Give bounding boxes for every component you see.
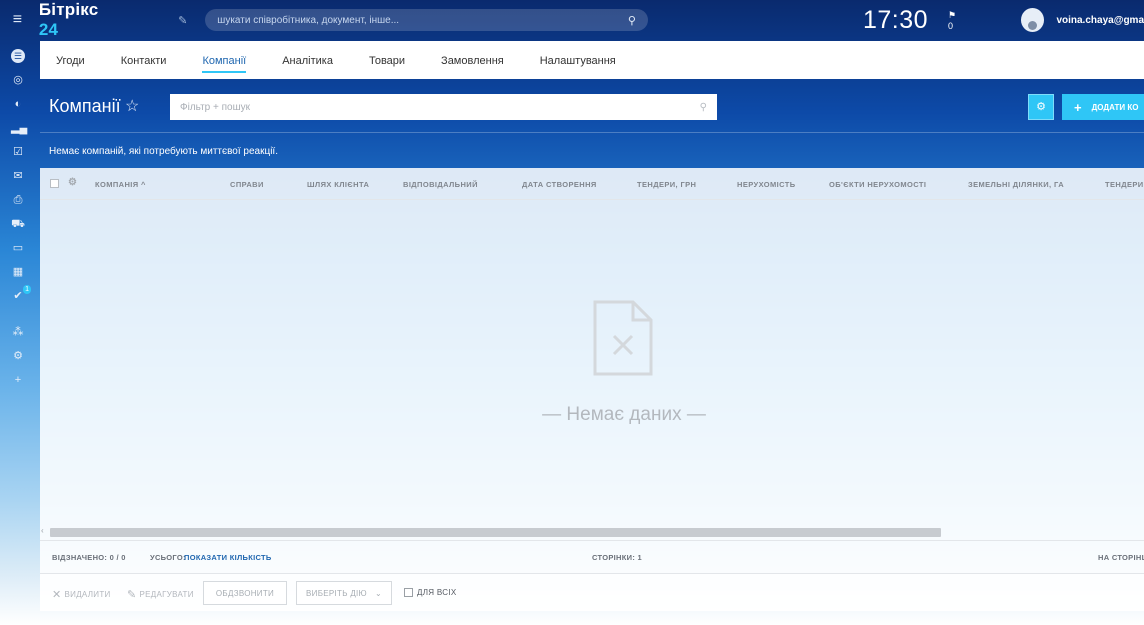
top-bar: ≡ Бітрікс 24 ✎ шукати співробітника, док… [0, 0, 1144, 40]
grid-footer: ВІДЗНАЧЕНО: 0 / 0 УСЬОГО: ПОКАЗАТИ КІЛЬК… [40, 540, 1144, 572]
cart-icon[interactable]: ⛟ [11, 217, 25, 231]
global-search-input[interactable]: шукати співробітника, документ, інше... … [205, 9, 648, 31]
check-square-icon[interactable]: ☑ [11, 145, 25, 159]
circle-icon[interactable]: ◐ [11, 97, 25, 111]
title-row: Компанії ☆ Фільтр + пошук ⚲ ⚙ + ДОДАТИ КО [40, 88, 1144, 128]
tab-products[interactable]: Товари [369, 41, 405, 79]
column-header[interactable]: ТЕНДЕРИ, [1105, 180, 1144, 189]
pages-label: СТОРІНКИ: 1 [592, 553, 642, 562]
tab-companies[interactable]: Компанії [202, 41, 246, 79]
column-header[interactable]: НЕРУХОМІСТЬ [737, 180, 796, 189]
empty-state-text: — Немає даних — [542, 404, 706, 425]
selected-count: ВІДЗНАЧЕНО: 0 / 0 [52, 553, 126, 562]
pencil-icon: ✎ [127, 589, 137, 601]
total-label: УСЬОГО: [150, 553, 186, 562]
filter-search-input[interactable]: Фільтр + пошук ⚲ [170, 94, 717, 120]
notice-text: Немає компаній, які потребують миттєвої … [49, 146, 278, 157]
gear-icon: ⚙ [1036, 101, 1046, 113]
flag-icon: ⚑ [948, 9, 957, 20]
search-placeholder: шукати співробітника, документ, інше... [217, 14, 400, 26]
logo-text: Бітрікс [38, 0, 99, 19]
tab-deals[interactable]: Угоди [56, 41, 85, 79]
scroll-left-icon[interactable]: ‹ [41, 526, 44, 535]
gear-icon[interactable]: ⚙ [11, 349, 25, 363]
crm-tabs: Угоди Контакти Компанії Аналітика Товари… [40, 41, 1144, 79]
column-header[interactable]: ЗЕМЕЛЬНІ ДІЛЯНКИ, ГА [968, 180, 1064, 189]
column-header[interactable]: ШЛЯХ КЛІЄНТА [307, 180, 369, 189]
badge: 1 [23, 285, 31, 294]
search-icon[interactable]: ⚲ [700, 102, 707, 113]
divider [40, 132, 1144, 133]
chevron-down-icon: ⌄ [374, 588, 382, 598]
tab-settings[interactable]: Налаштування [540, 41, 616, 79]
window-icon[interactable]: ▭ [11, 241, 25, 255]
tab-orders[interactable]: Замовлення [441, 41, 504, 79]
column-header[interactable]: ВІДПОВІДАЛЬНИЙ [403, 180, 478, 189]
mail-icon[interactable]: ✉ [11, 169, 25, 183]
column-header[interactable]: СПРАВИ [230, 180, 264, 189]
select-all-checkbox[interactable] [50, 179, 59, 188]
bar-chart-icon[interactable]: ▂▄ [11, 121, 27, 135]
page-title: Компанії [49, 96, 121, 116]
avatar-head [1028, 21, 1038, 30]
edit-label: РЕДАГУВАТИ [139, 590, 194, 599]
column-header[interactable]: КОМПАНІЯ ^ [95, 180, 146, 189]
network-icon[interactable]: ⁂ [11, 325, 25, 339]
left-sidebar: ☰ ◎ ◐ ▂▄ ☑ ✉ ⎙ ⛟ ▭ ▦ ✔ 1 ⁂ ⚙ + [0, 40, 36, 625]
per-page-label[interactable]: НА СТОРІНЦ [1098, 553, 1144, 562]
companies-grid: ⚙ КОМПАНІЯ ^ СПРАВИ ШЛЯХ КЛІЄНТА ВІДПОВІ… [40, 168, 1144, 573]
close-icon: ✕ [52, 589, 62, 601]
gear-icon[interactable]: ⚙ [68, 177, 77, 188]
flag-count: 0 [948, 20, 954, 31]
print-icon[interactable]: ⎙ [11, 193, 25, 207]
column-header[interactable]: ДАТА СТВОРЕННЯ [522, 180, 597, 189]
delete-button[interactable]: ✕ ВИДАЛИТИ [52, 588, 111, 601]
column-header[interactable]: ОБ'ЄКТИ НЕРУХОМОСТІ [829, 180, 926, 189]
search-icon[interactable]: ⚲ [628, 14, 636, 27]
menu-icon[interactable]: ≡ [0, 11, 35, 29]
choose-action-select[interactable]: ВИБЕРІТЬ ДІЮ ⌄ [296, 581, 392, 605]
checkmark-circle-icon[interactable]: ✔ 1 [11, 285, 31, 303]
show-count-link[interactable]: ПОКАЗАТИ КІЛЬКІСТЬ [184, 553, 272, 562]
for-all-toggle[interactable]: ДЛЯ ВСІХ [404, 588, 456, 597]
plus-icon: + [1074, 99, 1082, 115]
for-all-label: ДЛЯ ВСІХ [417, 588, 457, 597]
add-button-label: ДОДАТИ КО [1091, 102, 1139, 112]
grid-header: ⚙ КОМПАНІЯ ^ СПРАВИ ШЛЯХ КЛІЄНТА ВІДПОВІ… [40, 168, 1144, 200]
clock[interactable]: 17:30 [863, 6, 928, 35]
column-header[interactable]: ТЕНДЕРИ, ГРН [637, 180, 696, 189]
call-button[interactable]: ОБДЗВОНИТИ [203, 581, 287, 605]
star-icon[interactable]: ☆ [125, 96, 139, 116]
flag-counter[interactable]: ⚑ 0 [948, 10, 963, 31]
logo[interactable]: Бітрікс 24 [39, 0, 120, 40]
settings-button[interactable]: ⚙ [1028, 94, 1054, 120]
horizontal-scrollbar[interactable] [50, 528, 941, 537]
pencil-icon[interactable]: ✎ [178, 14, 187, 27]
target-icon[interactable]: ◎ [11, 73, 25, 87]
logo-number: 24 [38, 20, 59, 39]
edit-button[interactable]: ✎ РЕДАГУВАТИ [127, 588, 194, 601]
grid-icon[interactable]: ▦ [11, 265, 25, 279]
for-all-checkbox[interactable] [404, 588, 413, 597]
filter-icon[interactable]: ☰ [11, 49, 25, 63]
tab-analytics[interactable]: Аналітика [282, 41, 333, 79]
user-email[interactable]: voina.chaya@gma [1056, 15, 1144, 26]
add-company-button[interactable]: + ДОДАТИ КО [1062, 94, 1144, 120]
tab-contacts[interactable]: Контакти [121, 41, 167, 79]
filter-placeholder: Фільтр + пошук [180, 101, 250, 113]
empty-document-icon [593, 300, 653, 376]
avatar[interactable] [1021, 8, 1045, 32]
plus-icon[interactable]: + [11, 373, 25, 387]
delete-label: ВИДАЛИТИ [64, 590, 111, 599]
action-bar: ✕ ВИДАЛИТИ ✎ РЕДАГУВАТИ ОБДЗВОНИТИ ВИБЕРІТ… [40, 573, 1144, 611]
choose-action-label: ВИБЕРІТЬ ДІЮ [306, 588, 367, 598]
